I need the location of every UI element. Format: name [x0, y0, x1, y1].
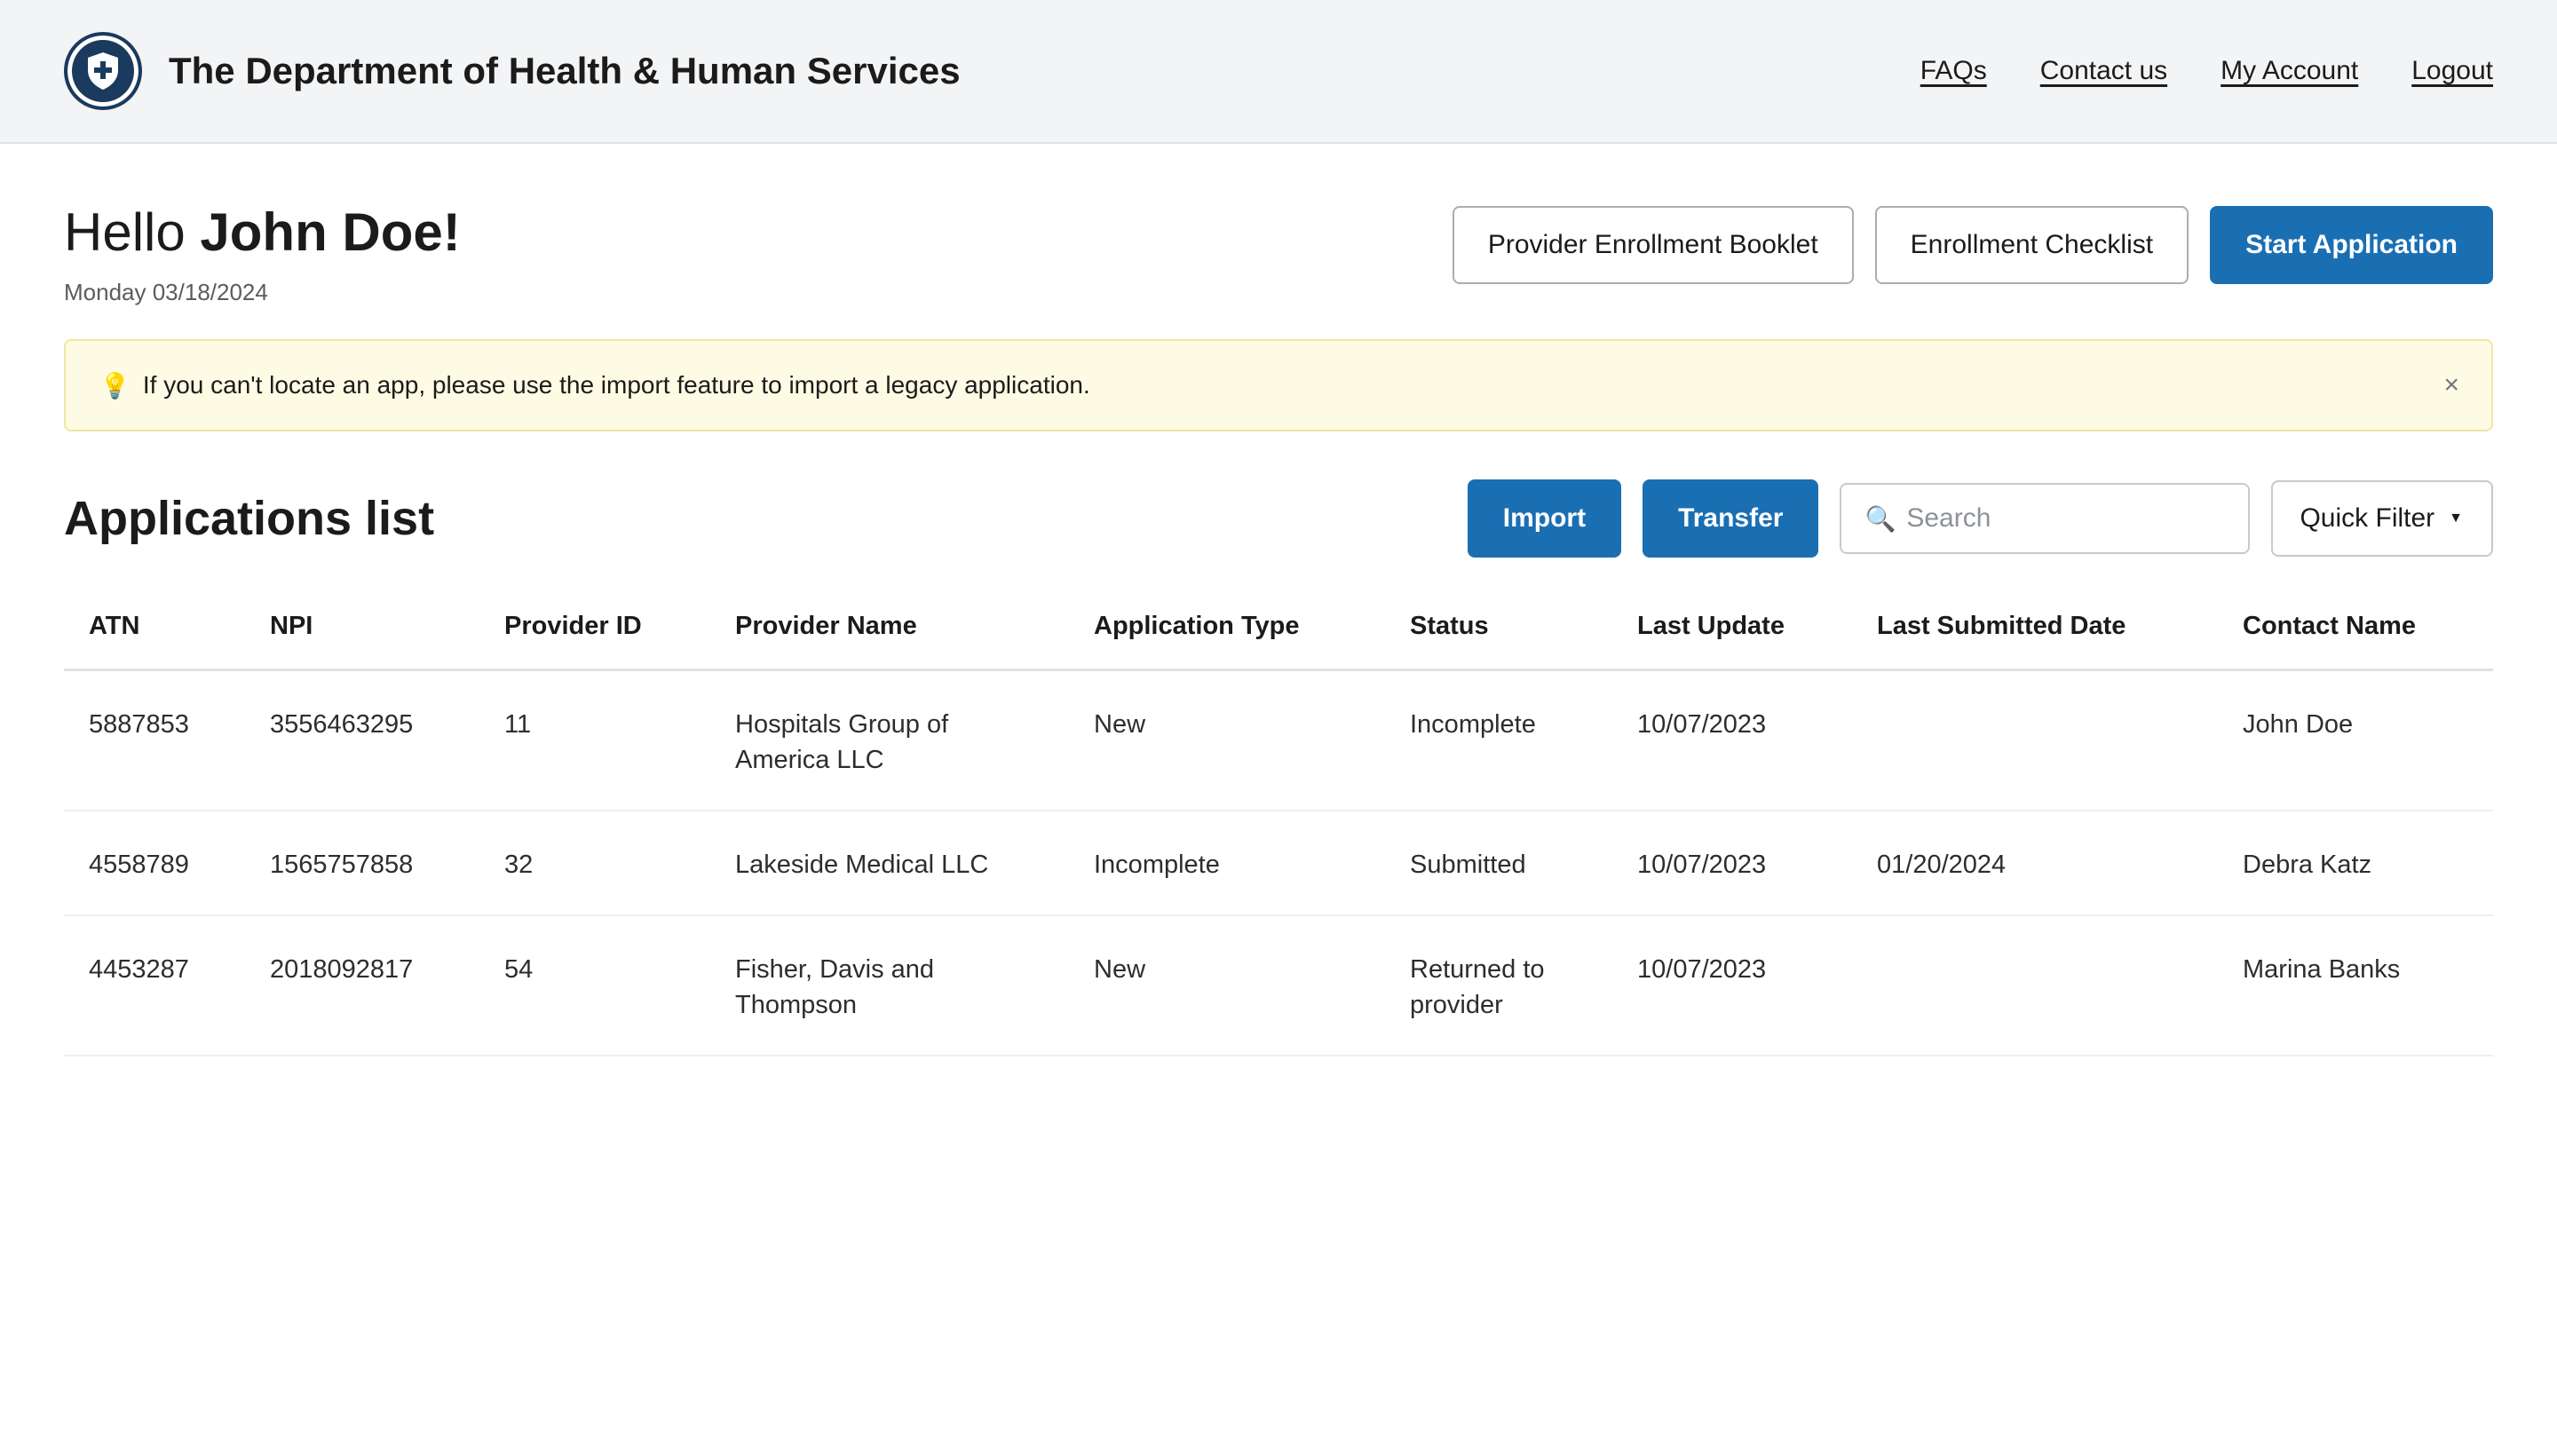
- cell-provider-name: Lakeside Medical LLC: [710, 810, 1069, 916]
- transfer-button[interactable]: Transfer: [1643, 479, 1819, 558]
- cell-status: Incomplete: [1385, 669, 1612, 811]
- shield-plus-icon: [64, 32, 142, 110]
- column-header-status[interactable]: Status: [1385, 584, 1612, 671]
- main-content: Hello John Doe! Monday 03/18/2024 Provid…: [0, 201, 2557, 1056]
- import-button[interactable]: Import: [1467, 479, 1622, 558]
- list-toolbar: Import Transfer 🔍 Quick Filter ▼: [1467, 479, 2493, 558]
- nav-faqs-link[interactable]: FAQs: [1920, 56, 1987, 86]
- lightbulb-icon: 💡: [99, 371, 131, 400]
- cell-last-submitted-date: [1852, 669, 2218, 811]
- column-header-npi[interactable]: NPI: [245, 584, 479, 671]
- nav-logout-link[interactable]: Logout: [2411, 56, 2493, 86]
- column-header-last-submitted-date[interactable]: Last Submitted Date: [1852, 584, 2218, 671]
- cell-last-submitted-date: 01/20/2024: [1852, 810, 2218, 916]
- cell-last-submitted-date: [1852, 914, 2218, 1056]
- search-box[interactable]: 🔍: [1840, 483, 2251, 554]
- cell-npi: 1565757858: [245, 810, 479, 916]
- cell-last-update: 10/07/2023: [1612, 914, 1852, 1056]
- site-title: The Department of Health & Human Service…: [169, 50, 961, 91]
- cell-atn: 4558789: [64, 810, 245, 916]
- table-row[interactable]: 4558789 1565757858 32 Lakeside Medical L…: [64, 810, 2493, 916]
- cell-last-update: 10/07/2023: [1612, 810, 1852, 916]
- greeting-row: Hello John Doe! Monday 03/18/2024 Provid…: [64, 201, 2493, 306]
- cell-status: Returned to provider: [1385, 914, 1612, 1056]
- table-row[interactable]: 5887853 3556463295 11 Hospitals Group of…: [64, 669, 2493, 811]
- cell-provider-id: 11: [479, 669, 710, 811]
- nav-contact-link[interactable]: Contact us: [2040, 56, 2167, 86]
- close-icon[interactable]: ×: [2443, 370, 2459, 400]
- column-header-contact-name[interactable]: Contact Name: [2218, 584, 2493, 671]
- quick-filter-label: Quick Filter: [2300, 503, 2435, 533]
- current-date: Monday 03/18/2024: [64, 279, 268, 305]
- column-header-application-type[interactable]: Application Type: [1069, 584, 1385, 671]
- greeting-hello: Hello: [64, 202, 186, 262]
- cell-contact-name: Marina Banks: [2218, 914, 2493, 1056]
- cell-provider-name: Fisher, Davis and Thompson: [710, 914, 1069, 1056]
- search-input[interactable]: [1906, 503, 2226, 534]
- cell-status: Submitted: [1385, 810, 1612, 916]
- column-header-provider-id[interactable]: Provider ID: [479, 584, 710, 671]
- column-header-last-update[interactable]: Last Update: [1612, 584, 1852, 671]
- nav-account-link[interactable]: My Account: [2221, 56, 2358, 86]
- cell-provider-name: Hospitals Group of America LLC: [710, 669, 1069, 811]
- cell-atn: 4453287: [64, 914, 245, 1056]
- column-header-atn[interactable]: ATN: [64, 584, 245, 671]
- cell-application-type: Incomplete: [1069, 810, 1385, 916]
- table-header-row: ATN NPI Provider ID Provider Name Applic…: [64, 584, 2493, 671]
- list-header: Applications list Import Transfer 🔍 Quic…: [64, 479, 2493, 558]
- cell-npi: 2018092817: [245, 914, 479, 1056]
- enrollment-checklist-button[interactable]: Enrollment Checklist: [1874, 206, 2189, 284]
- top-nav: FAQs Contact us My Account Logout: [1920, 56, 2493, 86]
- alert-content: 💡 If you can't locate an app, please use…: [99, 371, 1090, 400]
- applications-table: ATN NPI Provider ID Provider Name Applic…: [64, 584, 2493, 1056]
- alert-message: If you can't locate an app, please use t…: [142, 371, 1090, 399]
- start-application-button[interactable]: Start Application: [2210, 206, 2493, 284]
- greeting-user-name: John Doe!: [200, 202, 461, 262]
- cell-atn: 5887853: [64, 669, 245, 811]
- caret-down-icon: ▼: [2449, 510, 2463, 526]
- info-alert: 💡 If you can't locate an app, please use…: [64, 339, 2493, 431]
- site-header: The Department of Health & Human Service…: [0, 0, 2557, 144]
- cell-npi: 3556463295: [245, 669, 479, 811]
- brand[interactable]: The Department of Health & Human Service…: [64, 32, 961, 110]
- enrollment-booklet-button[interactable]: Provider Enrollment Booklet: [1452, 206, 1854, 284]
- cell-provider-id: 54: [479, 914, 710, 1056]
- cell-application-type: New: [1069, 669, 1385, 811]
- list-title: Applications list: [64, 492, 435, 545]
- cell-contact-name: Debra Katz: [2218, 810, 2493, 916]
- greeting-heading: Hello John Doe!: [64, 206, 461, 259]
- header-actions: Provider Enrollment Booklet Enrollment C…: [1452, 206, 2493, 300]
- greeting-block: Hello John Doe! Monday 03/18/2024: [64, 201, 461, 306]
- quick-filter-dropdown[interactable]: Quick Filter ▼: [2271, 480, 2493, 557]
- cell-application-type: New: [1069, 914, 1385, 1056]
- table-row[interactable]: 4453287 2018092817 54 Fisher, Davis and …: [64, 914, 2493, 1056]
- search-icon: 🔍: [1864, 504, 1896, 533]
- cell-contact-name: John Doe: [2218, 669, 2493, 811]
- cell-provider-id: 32: [479, 810, 710, 916]
- cell-last-update: 10/07/2023: [1612, 669, 1852, 811]
- column-header-provider-name[interactable]: Provider Name: [710, 584, 1069, 671]
